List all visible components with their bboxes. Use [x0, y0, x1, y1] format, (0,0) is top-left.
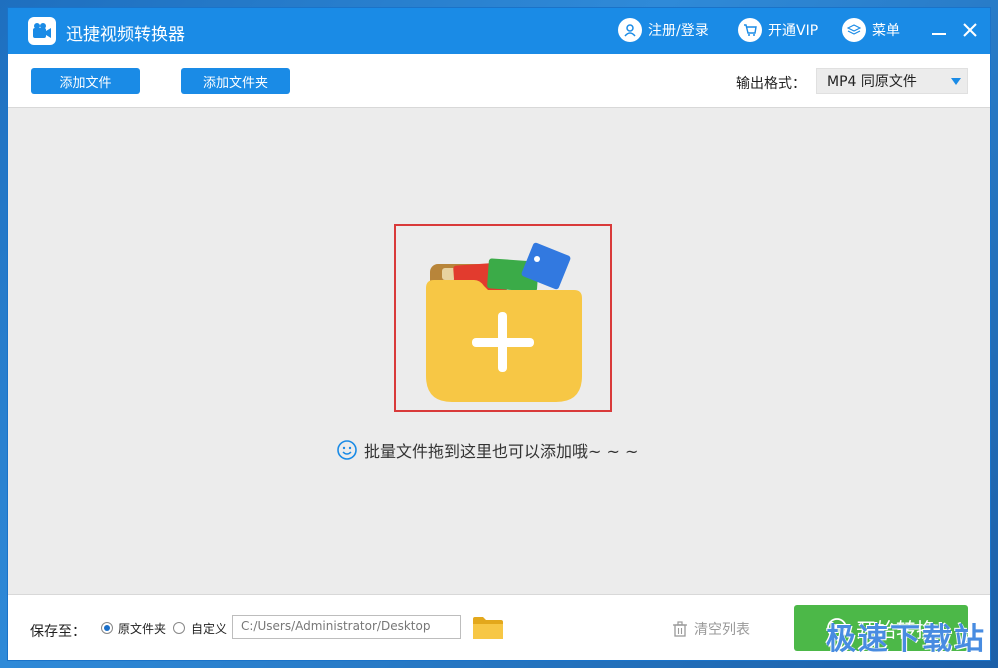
drop-hint-text: 批量文件拖到这里也可以添加哦~ ~ ~	[364, 442, 639, 461]
vip-button[interactable]: 开通VIP	[738, 18, 818, 42]
radio-original-folder-label[interactable]: 原文件夹	[118, 620, 166, 637]
user-icon	[618, 18, 642, 42]
browse-folder-button[interactable]	[472, 615, 504, 641]
caret-down-icon	[951, 78, 961, 85]
app-window: 迅捷视频转换器 注册/登录 开通VIP 菜单 添加文件 添加文件夹 输出格式： …	[8, 8, 990, 660]
radio-custom[interactable]	[173, 622, 185, 634]
output-format-select[interactable]: MP4 同原文件	[816, 68, 968, 94]
menu-label: 菜单	[872, 23, 900, 39]
drop-zone[interactable]	[394, 224, 612, 412]
trash-icon	[673, 621, 687, 637]
title-bar: 迅捷视频转换器 注册/登录 开通VIP 菜单	[8, 8, 990, 54]
close-icon	[963, 23, 977, 37]
radio-custom-label[interactable]: 自定义	[191, 620, 227, 637]
add-file-button[interactable]: 添加文件	[31, 68, 140, 94]
close-button[interactable]	[959, 19, 981, 41]
clear-list-button[interactable]: 清空列表	[672, 619, 750, 639]
smile-icon	[337, 440, 357, 460]
add-folder-button[interactable]: 添加文件夹	[181, 68, 290, 94]
output-format-label: 输出格式：	[736, 76, 806, 92]
toolbar: 添加文件 添加文件夹 输出格式： MP4 同原文件	[8, 54, 990, 108]
register-login-button[interactable]: 注册/登录	[618, 18, 709, 42]
minimize-icon	[932, 33, 946, 35]
output-format-value: MP4 同原文件	[827, 74, 917, 90]
menu-button[interactable]: 菜单	[842, 18, 900, 42]
app-logo-icon	[28, 17, 56, 45]
clear-list-label: 清空列表	[694, 622, 750, 638]
folder-icon	[473, 617, 503, 639]
output-path-field[interactable]: C:/Users/Administrator/Desktop	[232, 615, 461, 639]
vip-label: 开通VIP	[768, 23, 819, 39]
app-title: 迅捷视频转换器	[66, 25, 185, 45]
watermark: 极速下载站	[826, 622, 986, 657]
cart-icon	[738, 18, 762, 42]
drop-hint: 批量文件拖到这里也可以添加哦~ ~ ~	[336, 438, 638, 462]
layers-icon	[842, 18, 866, 42]
register-login-label: 注册/登录	[648, 23, 709, 39]
radio-original-folder[interactable]	[101, 622, 113, 634]
save-to-label: 保存至：	[30, 624, 86, 640]
add-folder-icon	[426, 242, 582, 402]
minimize-button[interactable]	[928, 19, 950, 41]
